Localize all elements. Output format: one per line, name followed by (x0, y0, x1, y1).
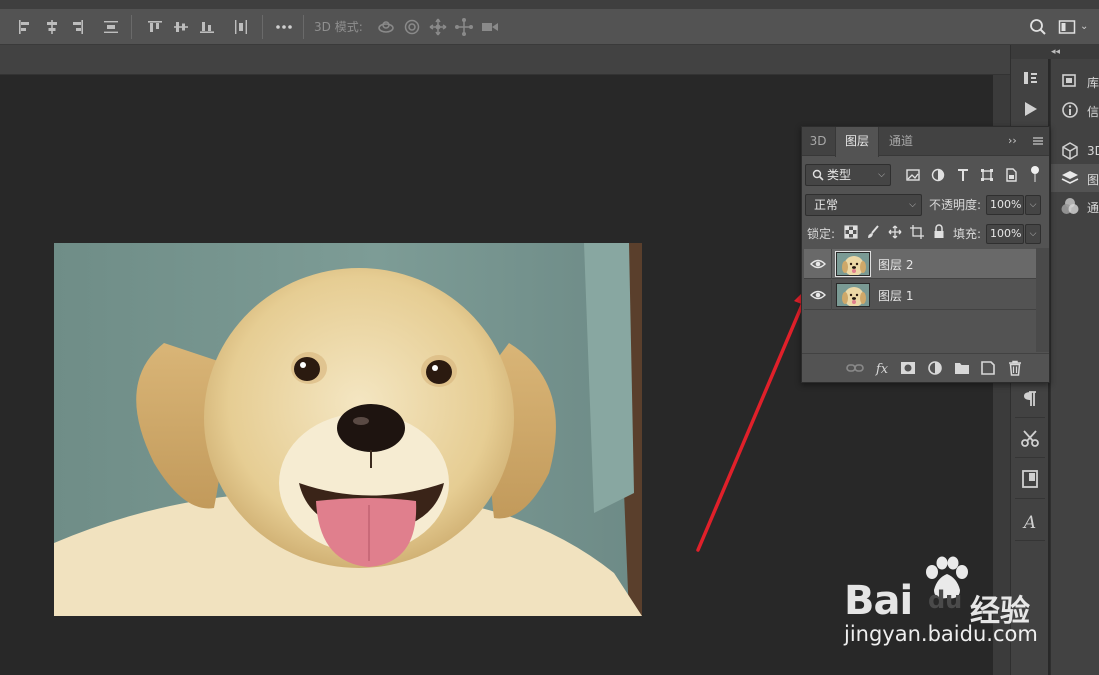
layer-name[interactable]: 图层 2 (878, 256, 913, 273)
expanded-panel-dock: 库 信 3D 图 通 (1050, 59, 1099, 675)
filter-pixel-icon[interactable] (906, 168, 920, 182)
chevron-down-icon: ⌵ (909, 200, 916, 210)
filter-adjustment-icon[interactable] (931, 168, 945, 182)
watermark-brand: Bai (844, 578, 913, 624)
fill-input[interactable]: 100% (986, 224, 1024, 244)
info-icon (1062, 102, 1078, 118)
dock-item-library[interactable]: 库 (1051, 67, 1099, 95)
workspace-dropdown-icon[interactable]: ⌄ (1080, 21, 1088, 32)
layer-name[interactable]: 图层 1 (878, 287, 913, 304)
layers-icon (1061, 171, 1079, 184)
dock-item-layers[interactable]: 图 (1051, 164, 1099, 192)
add-mask-icon[interactable] (899, 360, 917, 376)
layer-row-2[interactable]: 图层 2 (804, 249, 1036, 279)
chevron-down-icon: ⌵ (878, 170, 885, 180)
fill-dropdown-icon[interactable]: ⌵ (1025, 224, 1041, 244)
blend-mode-select[interactable]: 正常 ⌵ (805, 194, 922, 216)
align-bottom-edges-icon[interactable] (197, 17, 217, 37)
align-horizontal-centers-icon[interactable] (42, 17, 62, 37)
lock-image-pixels-icon[interactable] (866, 225, 880, 239)
layer-row-1[interactable]: 图层 1 (804, 280, 1036, 310)
new-layer-icon[interactable] (979, 360, 997, 376)
options-bar: 3D 模式: ⌄ (0, 0, 1099, 45)
distribute-vertical-icon[interactable] (101, 17, 121, 37)
layers-panel-footer: fx (802, 353, 1049, 382)
document-tab-bar (0, 45, 1010, 75)
lock-artboard-icon[interactable] (910, 225, 924, 239)
align-left-edges-icon[interactable] (15, 17, 35, 37)
layer-thumbnail (836, 283, 870, 307)
layers-panel: 3D 图层 通道 ›› 类型 ⌵ 正常 ⌵ 不透明度: 100% ⌵ 锁定: 填… (801, 126, 1050, 383)
3d-slide-icon[interactable] (454, 17, 474, 37)
lock-position-icon[interactable] (888, 225, 902, 239)
tab-3d[interactable]: 3D (802, 127, 834, 156)
panel-menu-icon[interactable] (1032, 136, 1044, 146)
tool-presets-icon[interactable] (1017, 425, 1043, 451)
3d-pan-icon[interactable] (428, 17, 448, 37)
tab-channels[interactable]: 通道 (880, 127, 922, 156)
filter-toggle-icon[interactable] (1030, 165, 1040, 183)
channels-icon (1061, 198, 1079, 214)
3d-roll-icon[interactable] (402, 17, 422, 37)
filter-search-icon (812, 169, 824, 181)
opacity-input[interactable]: 100% (986, 195, 1024, 215)
lock-label: 锁定: (807, 227, 836, 241)
link-layers-icon[interactable] (846, 360, 864, 376)
visibility-eye-icon[interactable] (810, 289, 826, 301)
opacity-label: 不透明度: (929, 198, 982, 212)
more-options-icon[interactable] (274, 17, 294, 37)
filter-smart-object-icon[interactable] (1004, 168, 1018, 182)
svg-text:A: A (1022, 513, 1036, 533)
cube-icon (1062, 142, 1078, 160)
workspace-icon[interactable] (1057, 17, 1077, 37)
layer-thumbnail (835, 251, 871, 277)
character-styles-icon[interactable]: A (1017, 508, 1043, 534)
watermark-brand-tail: du (928, 586, 963, 614)
panel-tab-bar: 3D 图层 通道 ›› (802, 127, 1049, 157)
puppy-photo (54, 243, 642, 616)
layer-filter-select[interactable]: 类型 ⌵ (805, 164, 891, 186)
panel-expand-icon[interactable]: ›› (1008, 134, 1017, 147)
opacity-dropdown-icon[interactable]: ⌵ (1025, 195, 1041, 215)
filter-type-icon[interactable] (956, 168, 970, 182)
dock-item-3d[interactable]: 3D (1051, 137, 1099, 165)
baidu-jingyan-watermark: Bai du 经验 jingyan.baidu.com (842, 556, 1042, 656)
actions-play-icon[interactable] (1017, 96, 1043, 122)
filter-shape-icon[interactable] (980, 168, 994, 182)
align-top-edges-icon[interactable] (145, 17, 165, 37)
library-icon (1062, 74, 1076, 87)
tab-layers[interactable]: 图层 (835, 127, 879, 157)
lock-transparent-pixels-icon[interactable] (844, 225, 858, 239)
distribute-horizontal-icon[interactable] (231, 17, 251, 37)
align-vertical-centers-icon[interactable] (171, 17, 191, 37)
3d-mode-label: 3D 模式: (314, 20, 363, 34)
layers-scrollbar[interactable] (1036, 248, 1049, 352)
layer-effects-fx-icon[interactable]: fx (873, 360, 891, 376)
new-adjustment-layer-icon[interactable] (926, 360, 944, 376)
svg-text:fx: fx (875, 362, 889, 376)
lock-all-icon[interactable] (932, 224, 946, 239)
watermark-url: jingyan.baidu.com (844, 622, 1038, 646)
collapse-panels-icon[interactable]: ◂◂ (1011, 45, 1099, 59)
dock-item-info[interactable]: 信 (1051, 96, 1099, 124)
3d-video-camera-icon[interactable] (480, 17, 500, 37)
history-icon[interactable] (1017, 65, 1043, 91)
document-canvas-image[interactable] (54, 243, 642, 616)
new-group-folder-icon[interactable] (953, 360, 971, 376)
align-right-edges-icon[interactable] (67, 17, 87, 37)
search-icon[interactable] (1028, 17, 1048, 37)
visibility-eye-icon[interactable] (810, 258, 826, 270)
3d-orbit-icon[interactable] (376, 17, 396, 37)
glyphs-book-icon[interactable] (1017, 466, 1043, 492)
delete-layer-trash-icon[interactable] (1006, 360, 1024, 376)
paragraph-icon[interactable] (1017, 386, 1043, 412)
dock-item-channels[interactable]: 通 (1051, 192, 1099, 220)
fill-label: 填充: (953, 227, 982, 241)
